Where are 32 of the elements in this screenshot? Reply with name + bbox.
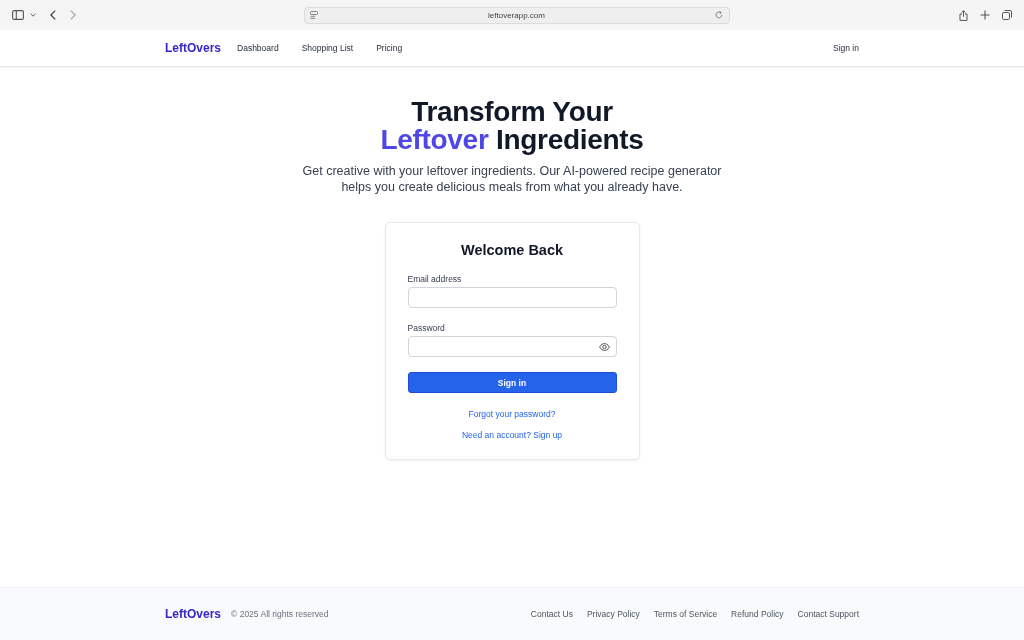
chevron-down-icon[interactable] bbox=[30, 13, 36, 17]
sign-up-link[interactable]: Need an account? Sign up bbox=[461, 429, 563, 441]
footer-logo[interactable]: LeftOvers bbox=[165, 607, 222, 621]
footer-link[interactable]: Refund Policy bbox=[731, 609, 784, 619]
eye-icon[interactable] bbox=[598, 343, 610, 351]
footer-link[interactable]: Privacy Policy bbox=[586, 609, 640, 619]
copyright-text: © 2025 All rights reserved bbox=[231, 609, 329, 619]
field-label: Password bbox=[407, 322, 445, 334]
plus-icon[interactable] bbox=[980, 10, 990, 20]
forgot-password-link[interactable]: Forgot your password? bbox=[468, 408, 556, 420]
email-field[interactable] bbox=[407, 287, 617, 308]
nav-link[interactable]: Shopping List bbox=[301, 43, 354, 53]
reload-icon[interactable] bbox=[715, 11, 723, 19]
sign-in-link[interactable]: Sign in bbox=[833, 43, 859, 53]
hero-subtitle: Get creative with your leftover ingredients. Our AI-powered recipe generator helps you create delicious meals from what you already have. bbox=[301, 163, 723, 195]
field-label: Email address bbox=[407, 273, 462, 285]
share-icon[interactable] bbox=[959, 9, 968, 21]
tabs-icon[interactable] bbox=[1002, 10, 1012, 20]
page-lines-icon[interactable] bbox=[310, 11, 318, 19]
hero-heading: Transform Your Leftover Ingredients bbox=[380, 98, 644, 154]
footer-link[interactable]: Terms of Service bbox=[653, 609, 718, 619]
back-icon[interactable] bbox=[50, 10, 56, 20]
password-field[interactable] bbox=[407, 336, 617, 357]
sidebar-icon[interactable] bbox=[12, 10, 24, 20]
address-bar[interactable]: leftoverapp.com bbox=[304, 6, 730, 24]
footer-link[interactable]: Contact Us bbox=[530, 609, 573, 619]
footer-link[interactable]: Contact Support bbox=[797, 609, 859, 619]
card-title: Welcome Back bbox=[459, 241, 565, 260]
nav-link[interactable]: Pricing bbox=[376, 43, 403, 53]
sign-in-button[interactable]: Sign in bbox=[407, 372, 617, 393]
nav-link[interactable]: Dashboard bbox=[237, 43, 279, 53]
brand-logo[interactable]: LeftOvers bbox=[165, 41, 222, 55]
